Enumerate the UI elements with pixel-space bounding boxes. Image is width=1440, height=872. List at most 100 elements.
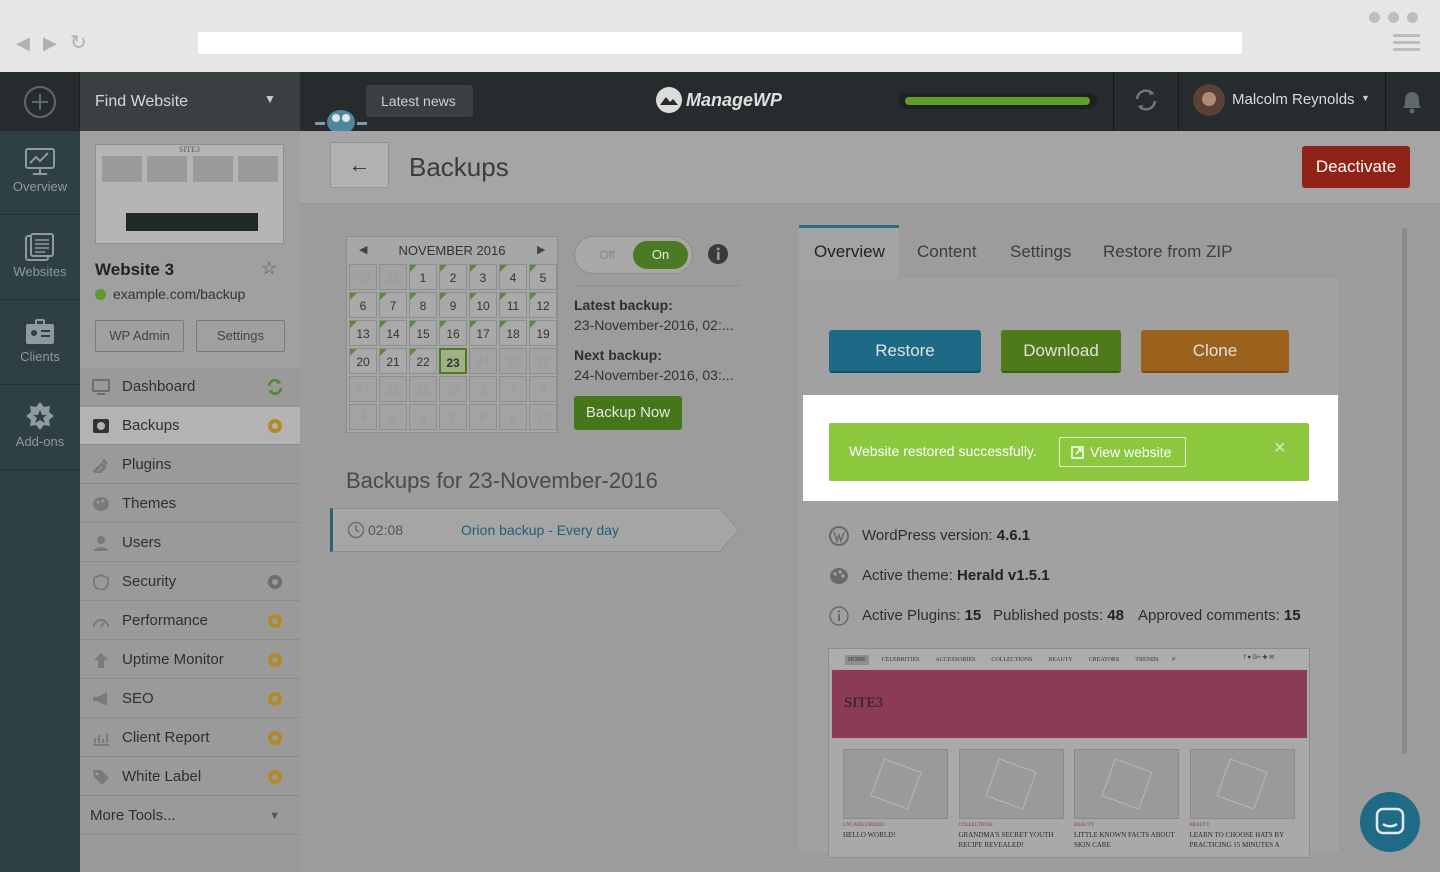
- calendar-day[interactable]: 8: [409, 292, 437, 318]
- add-website-button[interactable]: [0, 72, 80, 131]
- refresh-icon[interactable]: [1131, 85, 1161, 115]
- menu-more-tools[interactable]: More Tools... ▼: [80, 797, 300, 835]
- site-settings-button[interactable]: Settings: [196, 320, 285, 352]
- brand-logo: ManageWP: [686, 90, 783, 110]
- calendar-day-label: 5: [389, 411, 397, 425]
- overview-icon: [25, 148, 55, 175]
- restore-button[interactable]: Restore: [829, 330, 981, 373]
- clock-icon: [347, 521, 365, 539]
- tab-settings[interactable]: Settings: [1010, 242, 1071, 262]
- clone-button[interactable]: Clone: [1141, 330, 1289, 373]
- menu-dashboard[interactable]: Dashboard: [80, 368, 300, 406]
- wordpress-icon: [829, 526, 849, 546]
- calendar-day[interactable]: 9: [439, 292, 467, 318]
- tab-content[interactable]: Content: [917, 242, 977, 262]
- menu-seo[interactable]: SEO: [80, 680, 300, 718]
- calendar-day[interactable]: 11: [499, 292, 527, 318]
- calendar-day[interactable]: 12: [529, 292, 557, 318]
- calendar-day[interactable]: 14: [379, 320, 407, 346]
- gear-icon[interactable]: [266, 417, 284, 435]
- preview-post-image: [958, 749, 1064, 819]
- calendar-day[interactable]: 18: [499, 320, 527, 346]
- tab-restore-from-zip[interactable]: Restore from ZIP: [1103, 242, 1232, 262]
- site-thumbnail[interactable]: SITE3: [95, 144, 284, 244]
- calendar-day[interactable]: 10: [469, 292, 497, 318]
- site-preview[interactable]: HOME CELEBRITIES ACCESSORIES COLLECTIONS BEA…: [828, 648, 1310, 858]
- calendar-day[interactable]: 5: [529, 264, 557, 290]
- calendar-day-label: 30: [356, 271, 370, 285]
- menu-backups[interactable]: Backups: [80, 407, 300, 445]
- calendar-day[interactable]: 16: [439, 320, 467, 346]
- tab-overview[interactable]: Overview: [814, 242, 885, 262]
- backup-marker: [380, 349, 387, 356]
- gear-icon[interactable]: [266, 690, 284, 708]
- calendar-day[interactable]: 20: [349, 348, 377, 374]
- menu-users[interactable]: Users: [80, 524, 300, 562]
- backup-entry[interactable]: 02:08 Orion backup - Every day: [330, 508, 720, 552]
- find-website-dropdown[interactable]: Find Website ▼: [80, 72, 300, 131]
- gear-icon[interactable]: [266, 573, 284, 591]
- calendar-day[interactable]: 22: [409, 348, 437, 374]
- info-icon[interactable]: [707, 243, 729, 265]
- latest-news-button[interactable]: Latest news: [366, 85, 473, 117]
- palette-icon: [93, 497, 109, 511]
- gear-icon[interactable]: [266, 612, 284, 630]
- close-icon[interactable]: ×: [1274, 437, 1286, 460]
- calendar-day-label: 24: [476, 355, 490, 369]
- bell-icon[interactable]: [1401, 90, 1423, 114]
- menu-performance[interactable]: Performance: [80, 602, 300, 640]
- menu-themes[interactable]: Themes: [80, 485, 300, 523]
- gear-icon[interactable]: [266, 729, 284, 747]
- download-button[interactable]: Download: [1001, 330, 1121, 373]
- calendar-day[interactable]: 4: [499, 264, 527, 290]
- menu-uptime-monitor[interactable]: Uptime Monitor: [80, 641, 300, 679]
- schedule-toggle[interactable]: Off On: [574, 236, 693, 274]
- wp-admin-button[interactable]: WP Admin: [95, 320, 184, 352]
- arrow-up-icon: [94, 653, 108, 668]
- menu-plugins[interactable]: Plugins: [80, 446, 300, 484]
- calendar-day[interactable]: 1: [409, 264, 437, 290]
- sync-icon[interactable]: [266, 378, 284, 396]
- site-url[interactable]: example.com/backup: [113, 286, 245, 302]
- backup-now-button[interactable]: Backup Now: [574, 396, 682, 430]
- chat-button[interactable]: [1360, 792, 1420, 852]
- star-icon[interactable]: ☆: [261, 258, 277, 279]
- menu-white-label[interactable]: White Label: [80, 758, 300, 796]
- deactivate-button[interactable]: Deactivate: [1302, 146, 1410, 188]
- calendar-day[interactable]: 6: [349, 292, 377, 318]
- calendar-day[interactable]: 19: [529, 320, 557, 346]
- preview-header: SITE3: [832, 670, 1307, 738]
- rail-websites[interactable]: Websites: [0, 216, 80, 300]
- preview-nav-item: ACCESSORIES: [935, 657, 976, 663]
- reload-icon[interactable]: ↻: [70, 33, 87, 53]
- back-icon[interactable]: ◀: [16, 34, 30, 52]
- menu-security[interactable]: Security: [80, 563, 300, 601]
- calendar-day[interactable]: 2: [439, 264, 467, 290]
- calendar-day[interactable]: 17: [469, 320, 497, 346]
- calendar-day[interactable]: 7: [379, 292, 407, 318]
- backup-entry-name[interactable]: Orion backup - Every day: [461, 522, 619, 538]
- gear-icon[interactable]: [266, 768, 284, 786]
- gear-icon[interactable]: [266, 651, 284, 669]
- user-menu[interactable]: Malcolm Reynolds ▼: [1193, 83, 1383, 119]
- preview-nav-item: CREATORS: [1088, 657, 1120, 663]
- rail-addons[interactable]: Add-ons: [0, 386, 80, 470]
- view-website-button[interactable]: View website: [1059, 437, 1186, 467]
- next-month-icon[interactable]: ▶: [537, 243, 545, 256]
- calendar-day-selected[interactable]: 23: [439, 348, 467, 374]
- calendar-day-label: 1: [479, 383, 487, 397]
- backup-marker: [350, 293, 357, 300]
- thumbnail-title: SITE3: [179, 145, 200, 154]
- calendar-day[interactable]: 21: [379, 348, 407, 374]
- address-bar[interactable]: [198, 32, 1242, 54]
- calendar-day[interactable]: 13: [349, 320, 377, 346]
- rail-overview[interactable]: Overview: [0, 131, 80, 215]
- browser-menu-icon[interactable]: [1393, 34, 1420, 55]
- calendar-day[interactable]: 3: [469, 264, 497, 290]
- scrollbar[interactable]: [1402, 228, 1407, 754]
- back-button[interactable]: ←: [330, 142, 389, 188]
- forward-icon[interactable]: ▶: [43, 34, 57, 52]
- rail-clients[interactable]: Clients: [0, 301, 80, 385]
- menu-client-report[interactable]: Client Report: [80, 719, 300, 757]
- calendar-day[interactable]: 15: [409, 320, 437, 346]
